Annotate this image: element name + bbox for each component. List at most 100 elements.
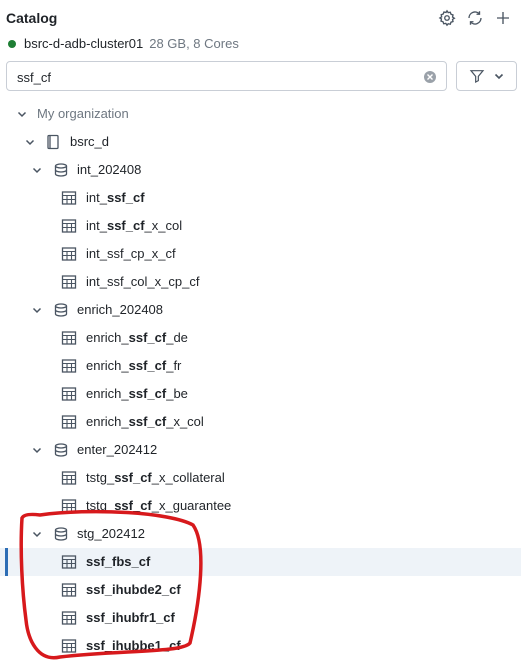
search-match-highlight: ssf_ihubbe1_cf: [86, 638, 181, 653]
organization-label: My organization: [37, 106, 129, 121]
chevron-down-icon[interactable]: [31, 164, 43, 176]
chevron-down-icon[interactable]: [31, 304, 43, 316]
search-match-highlight: ssf_ihubde2_cf: [86, 582, 181, 597]
table-name-part: int_ssf_col_x_cp_cf: [86, 274, 200, 289]
search-match-highlight: ssf_cf: [114, 498, 152, 513]
close-icon: [427, 74, 433, 80]
table-label: ssf_ihubfr1_cf: [86, 610, 175, 626]
table-label: ssf_ihubde2_cf: [86, 582, 181, 598]
table-icon: [61, 583, 77, 597]
table-icon: [61, 471, 77, 485]
search-match-highlight: ssf_cf: [106, 190, 145, 205]
tree-item-table[interactable]: enrich_ssf_cf_be: [0, 380, 521, 408]
table-name-part: _x_col: [144, 218, 183, 233]
tree-item-schema[interactable]: enrich_202408: [0, 296, 521, 324]
schema-label: enrich_202408: [77, 302, 164, 317]
table-name-part: _fr: [166, 358, 182, 373]
table-icon: [61, 499, 77, 513]
tree-item-table[interactable]: int_ssf_cf: [0, 184, 521, 212]
chevron-down-icon[interactable]: [16, 108, 28, 120]
table-icon: [61, 359, 77, 373]
search-match-highlight: ssf_cf: [128, 414, 167, 429]
table-name-part: _x_col: [166, 414, 204, 429]
filter-icon: [469, 70, 484, 83]
table-name-part: int_: [86, 190, 107, 205]
tree-item-catalog[interactable]: bsrc_d: [0, 128, 521, 156]
table-label: int_ssf_cf_x_col: [86, 218, 182, 234]
table-label: tstg_ssf_cf_x_guarantee: [86, 498, 231, 514]
table-icon: [61, 555, 77, 569]
database-icon: [54, 443, 68, 457]
catalog-icon: [47, 134, 59, 150]
cluster-selector[interactable]: bsrc-d-adb-cluster01 28 GB, 8 Cores: [8, 36, 239, 51]
table-icon: [61, 611, 77, 625]
search-match-highlight: ssf_fbs_cf: [86, 554, 151, 569]
table-label: enrich_ssf_cf_x_col: [86, 414, 204, 430]
tree-item-table[interactable]: tstg_ssf_cf_x_guarantee: [0, 492, 521, 520]
tree-item-organization[interactable]: My organization: [0, 100, 521, 128]
tree-item-table[interactable]: enrich_ssf_cf_fr: [0, 352, 521, 380]
filter-button[interactable]: [456, 61, 517, 91]
tree-item-schema[interactable]: enter_202412: [0, 436, 521, 464]
gear-icon[interactable]: [437, 8, 457, 28]
search-match-highlight: ssf_cf: [128, 330, 167, 345]
chevron-down-icon[interactable]: [31, 444, 43, 456]
tree-item-table[interactable]: enrich_ssf_cf_x_col: [0, 408, 521, 436]
chevron-down-icon[interactable]: [31, 528, 43, 540]
search-match-highlight: ssf_cf: [128, 386, 167, 401]
tree-item-schema[interactable]: int_202408: [0, 156, 521, 184]
tree-item-table[interactable]: ssf_fbs_cf: [0, 548, 521, 576]
tree-item-schema[interactable]: stg_202412: [0, 520, 521, 548]
catalog-header: Catalog: [6, 8, 513, 28]
catalog-tree: My organization bsrc_d int_202408 int_ssf_c…: [0, 100, 521, 660]
table-label: ssf_fbs_cf: [86, 554, 150, 570]
table-label: tstg_ssf_cf_x_collateral: [86, 470, 225, 486]
search-match-highlight: ssf_cf: [106, 218, 145, 233]
table-icon: [61, 275, 77, 289]
tree-item-table[interactable]: int_ssf_cf_x_col: [0, 212, 521, 240]
table-label: int_ssf_col_x_cp_cf: [86, 274, 199, 290]
table-name-part: enrich_: [86, 358, 129, 373]
tree-item-table[interactable]: int_ssf_col_x_cp_cf: [0, 268, 521, 296]
search-match-highlight: ssf_cf: [114, 470, 152, 485]
table-icon: [61, 191, 77, 205]
refresh-icon[interactable]: [465, 8, 485, 28]
cluster-name: bsrc-d-adb-cluster01: [24, 36, 144, 51]
database-icon: [54, 303, 68, 317]
tree-item-table[interactable]: int_ssf_cp_x_cf: [0, 240, 521, 268]
table-name-part: _be: [166, 386, 188, 401]
search-input[interactable]: [17, 68, 417, 86]
table-label: ssf_ihubbe1_cf: [86, 638, 181, 654]
table-icon: [61, 387, 77, 401]
schema-label: stg_202412: [77, 526, 145, 541]
plus-icon[interactable]: [493, 8, 513, 28]
table-label: enrich_ssf_cf_fr: [86, 358, 181, 374]
table-label: int_ssf_cf: [86, 190, 145, 206]
table-label: enrich_ssf_cf_de: [86, 330, 188, 346]
table-name-part: enrich_: [86, 386, 129, 401]
search-box: [6, 61, 447, 91]
catalog-label: bsrc_d: [70, 134, 110, 149]
table-name-part: _x_guarantee: [151, 498, 232, 513]
database-icon: [54, 527, 68, 541]
cluster-meta: 28 GB, 8 Cores: [149, 36, 239, 51]
schema-label: enter_202412: [77, 442, 158, 457]
search-match-highlight: ssf_ihubfr1_cf: [86, 610, 175, 625]
table-name-part: tstg_: [86, 498, 115, 513]
tree-item-table[interactable]: ssf_ihubde2_cf: [0, 576, 521, 604]
table-name-part: enrich_: [86, 330, 129, 345]
table-name-part: _de: [166, 330, 188, 345]
table-name-part: int_: [86, 218, 107, 233]
table-label: enrich_ssf_cf_be: [86, 386, 188, 402]
database-icon: [54, 163, 68, 177]
schema-label: int_202408: [77, 162, 142, 177]
tree-item-table[interactable]: ssf_ihubbe1_cf: [0, 632, 521, 660]
tree-item-table[interactable]: ssf_ihubfr1_cf: [0, 604, 521, 632]
table-icon: [61, 415, 77, 429]
tree-item-table[interactable]: tstg_ssf_cf_x_collateral: [0, 464, 521, 492]
clear-search-button[interactable]: [424, 71, 436, 83]
table-icon: [61, 247, 77, 261]
table-icon: [61, 331, 77, 345]
chevron-down-icon[interactable]: [24, 136, 36, 148]
tree-item-table[interactable]: enrich_ssf_cf_de: [0, 324, 521, 352]
